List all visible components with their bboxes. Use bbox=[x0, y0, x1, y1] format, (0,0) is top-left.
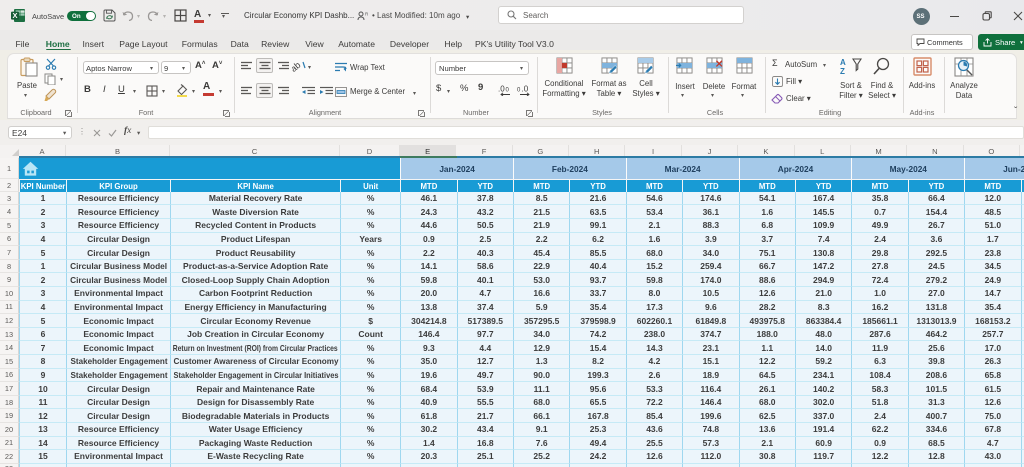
svg-text:.0: .0 bbox=[498, 85, 505, 94]
svg-text:X: X bbox=[12, 11, 17, 20]
svg-text:ab: ab bbox=[292, 60, 303, 73]
svg-text:R: R bbox=[365, 12, 368, 17]
svg-text:.0: .0 bbox=[522, 85, 529, 94]
svg-text:Z: Z bbox=[840, 67, 845, 76]
svg-text:A: A bbox=[840, 58, 846, 67]
svg-text:0: 0 bbox=[506, 88, 510, 94]
svg-text:0: 0 bbox=[517, 88, 521, 94]
